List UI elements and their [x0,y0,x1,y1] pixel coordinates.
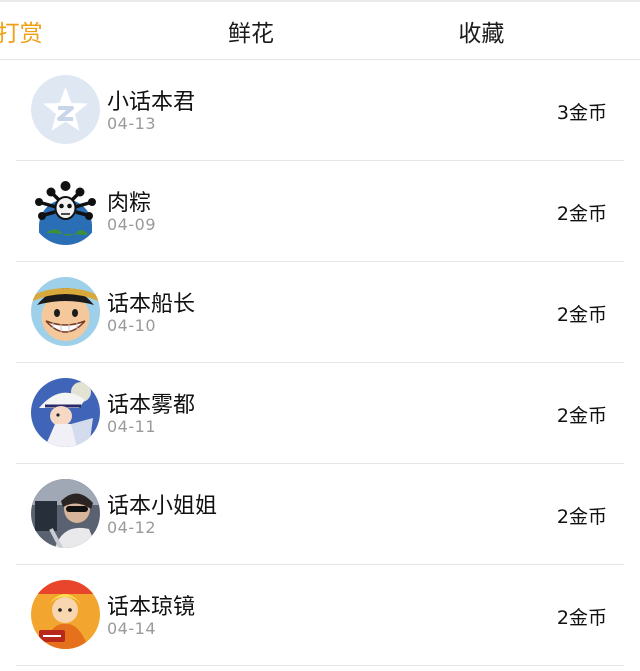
tab-favorites[interactable]: 收藏 [375,2,588,59]
list-item[interactable]: 话本船长 04-10 2金币 [0,262,640,363]
user-name: 小话本君 [107,90,196,115]
tab-flowers-label: 鲜花 [227,20,274,47]
reward-date: 04-13 [107,114,156,133]
list-item[interactable]: 话本雾都 04-11 2金币 [0,363,640,464]
reward-date: 04-14 [107,619,156,638]
reward-amount: 2金币 [556,405,607,427]
reward-amount: 2金币 [556,506,607,528]
user-name: 话本小姐姐 [107,494,218,519]
star-logo-avatar [31,75,100,144]
reward-amount: 2金币 [556,607,607,629]
reward-date: 04-12 [107,518,156,537]
list-item[interactable]: 小话本君 04-13 3金币 [0,60,640,161]
user-name: 肉粽 [107,191,152,216]
reward-date: 04-11 [107,417,156,436]
orange-cartoon-avatar [31,580,100,649]
list-item[interactable]: 话本琼镜 04-14 2金币 [0,565,640,666]
skull-globe-avatar [31,176,100,245]
user-name: 话本琼镜 [107,595,196,620]
white-hat-cartoon-avatar [31,378,100,447]
reward-date: 04-09 [107,215,156,234]
reward-amount: 3金币 [556,102,607,124]
photo-avatar [31,479,100,548]
tab-bar: 打赏 鲜花 收藏 [0,2,640,59]
reward-list: 小话本君 04-13 3金币 肉粽 04-09 2金币 话本船长 04-10 2… [0,60,640,666]
user-name: 话本雾都 [107,393,196,418]
tab-reward[interactable]: 打赏 [0,2,126,59]
tab-flowers[interactable]: 鲜花 [144,2,357,59]
reward-amount: 2金币 [556,304,607,326]
tab-favorites-label: 收藏 [458,20,505,47]
user-name: 话本船长 [107,292,196,317]
list-item[interactable]: 话本小姐姐 04-12 2金币 [0,464,640,565]
list-item[interactable]: 肉粽 04-09 2金币 [0,161,640,262]
reward-date: 04-10 [107,316,156,335]
reward-amount: 2金币 [556,203,607,225]
tab-reward-label: 打赏 [0,20,43,47]
straw-hat-cartoon-avatar [31,277,100,346]
